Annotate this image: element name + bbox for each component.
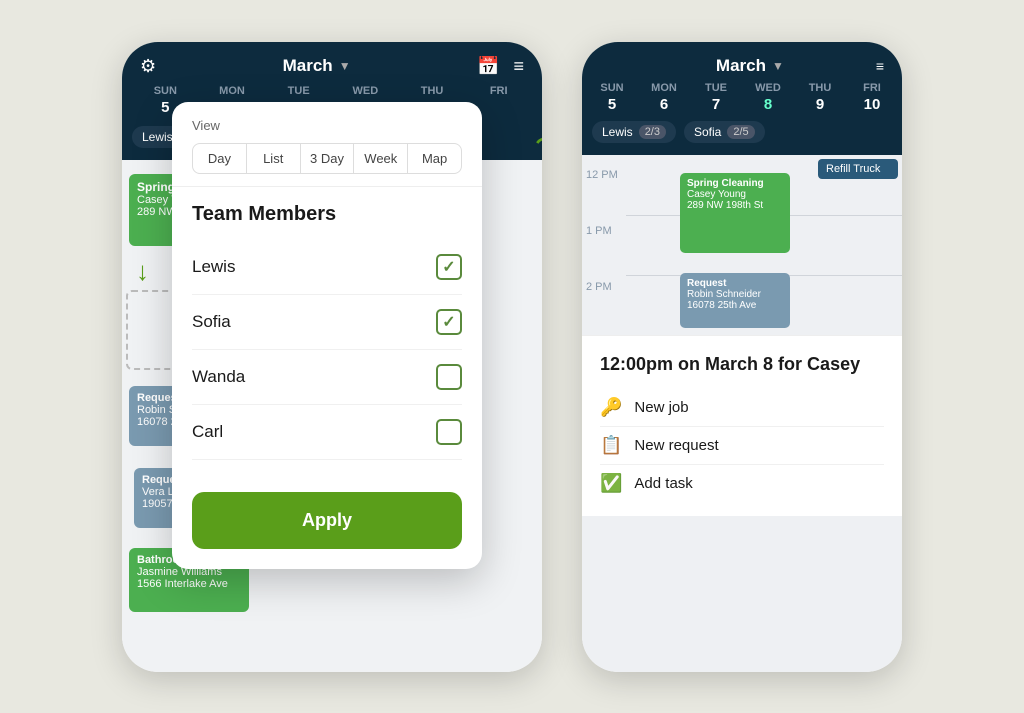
- right-members-row: Lewis 2/3 Sofia 2/5: [582, 121, 902, 155]
- lewis-checkbox[interactable]: [436, 254, 462, 280]
- tab-day[interactable]: Day: [192, 143, 247, 174]
- member-wanda-name: Wanda: [192, 367, 245, 387]
- check-icon: ✅: [600, 473, 622, 494]
- month-title[interactable]: March ▼: [283, 56, 351, 76]
- tab-3day[interactable]: 3 Day: [301, 143, 355, 174]
- event-area: Refill Truck Spring Cleaning Casey Young…: [626, 155, 902, 335]
- right-refill-event[interactable]: Refill Truck: [818, 159, 898, 179]
- carl-checkbox[interactable]: [436, 419, 462, 445]
- time-12pm: 12 PM: [582, 167, 626, 223]
- right-request-event[interactable]: Request Robin Schneider 16078 25th Ave: [680, 273, 790, 328]
- right-lewis-label: Lewis: [602, 125, 633, 139]
- lewis-label: Lewis: [142, 130, 173, 144]
- right-sofia-label: Sofia: [694, 125, 721, 139]
- filter-icon[interactable]: ≡: [513, 56, 524, 77]
- month-label: March: [283, 56, 333, 76]
- sofia-checkbox[interactable]: [436, 309, 462, 335]
- right-sofia-chip[interactable]: Sofia 2/5: [684, 121, 765, 143]
- time-2pm: 2 PM: [582, 279, 626, 335]
- right-sofia-badge: 2/5: [727, 125, 754, 139]
- right-day-tue[interactable]: TUE 7: [690, 82, 742, 113]
- key-icon: 🔑: [600, 397, 622, 418]
- member-row-lewis: Lewis: [192, 240, 462, 295]
- right-month-title[interactable]: March ▼: [716, 56, 784, 76]
- view-tabs: Day List 3 Day Week Map: [192, 143, 462, 174]
- right-body: 12 PM 1 PM 2 PM Refill Truck Spring Clea…: [582, 155, 902, 672]
- datetime-title: 12:00pm on March 8 for Casey: [600, 354, 884, 375]
- right-spring-cleaning[interactable]: Spring Cleaning Casey Young 289 NW 198th…: [680, 173, 790, 253]
- time-1pm: 1 PM: [582, 223, 626, 279]
- right-bottom-panel: 12:00pm on March 8 for Casey 🔑 New job 📋…: [582, 335, 902, 516]
- view-label: View: [192, 118, 462, 133]
- right-lewis-badge: 2/3: [639, 125, 666, 139]
- member-row-carl: Carl: [192, 405, 462, 460]
- right-filter-icon[interactable]: ≡: [876, 58, 884, 74]
- member-row-wanda: Wanda: [192, 350, 462, 405]
- tab-week[interactable]: Week: [354, 143, 408, 174]
- time-column: 12 PM 1 PM 2 PM: [582, 155, 626, 335]
- team-members-title: Team Members: [192, 203, 462, 226]
- chevron-down-icon: ▼: [339, 59, 351, 73]
- add-task-label: Add task: [634, 475, 692, 492]
- right-header-actions: ≡: [876, 58, 884, 74]
- left-phone: ⚙ March ▼ 📅 ≡ SUN 5 MON 6 TUE 7 WED 8 TH…: [122, 42, 542, 672]
- member-sofia-name: Sofia: [192, 312, 231, 332]
- right-day-thu[interactable]: THU 9: [794, 82, 846, 113]
- member-carl-name: Carl: [192, 422, 223, 442]
- add-task-item[interactable]: ✅ Add task: [600, 465, 884, 502]
- new-job-item[interactable]: 🔑 New job: [600, 389, 884, 427]
- tab-map[interactable]: Map: [408, 143, 462, 174]
- right-days-row: SUN 5 MON 6 TUE 7 WED 8 THU 9 FRI 10: [582, 76, 902, 121]
- right-chevron-icon: ▼: [772, 59, 784, 73]
- right-day-fri[interactable]: FRI 10: [846, 82, 898, 113]
- right-phone: March ▼ ≡ SUN 5 MON 6 TUE 7 WED 8 THU 9 …: [582, 42, 902, 672]
- header-actions: 📅 ≡: [477, 56, 524, 77]
- left-header: ⚙ March ▼ 📅 ≡: [122, 42, 542, 77]
- view-section: View Day List 3 Day Week Map: [172, 102, 482, 187]
- right-day-wed[interactable]: WED 8: [742, 82, 794, 113]
- calendar-icon[interactable]: 📅: [477, 56, 499, 77]
- new-job-label: New job: [634, 399, 688, 416]
- clipboard-icon: 📋: [600, 435, 622, 456]
- member-lewis-name: Lewis: [192, 257, 235, 277]
- tab-list[interactable]: List: [247, 143, 301, 174]
- right-lewis-chip[interactable]: Lewis 2/3: [592, 121, 676, 143]
- right-month-label: March: [716, 56, 766, 76]
- member-row-sofia: Sofia: [192, 295, 462, 350]
- right-day-mon[interactable]: MON 6: [638, 82, 690, 113]
- new-request-label: New request: [634, 437, 718, 454]
- new-request-item[interactable]: 📋 New request: [600, 427, 884, 465]
- team-members-section: Team Members Lewis Sofia Wanda Carl: [172, 187, 482, 476]
- right-header: March ▼ ≡: [582, 42, 902, 76]
- wanda-checkbox[interactable]: [436, 364, 462, 390]
- apply-button[interactable]: Apply: [192, 492, 462, 549]
- right-day-sun[interactable]: SUN 5: [586, 82, 638, 113]
- overlay-panel: View Day List 3 Day Week Map Team Member…: [172, 102, 482, 569]
- settings-icon[interactable]: ⚙: [140, 56, 156, 77]
